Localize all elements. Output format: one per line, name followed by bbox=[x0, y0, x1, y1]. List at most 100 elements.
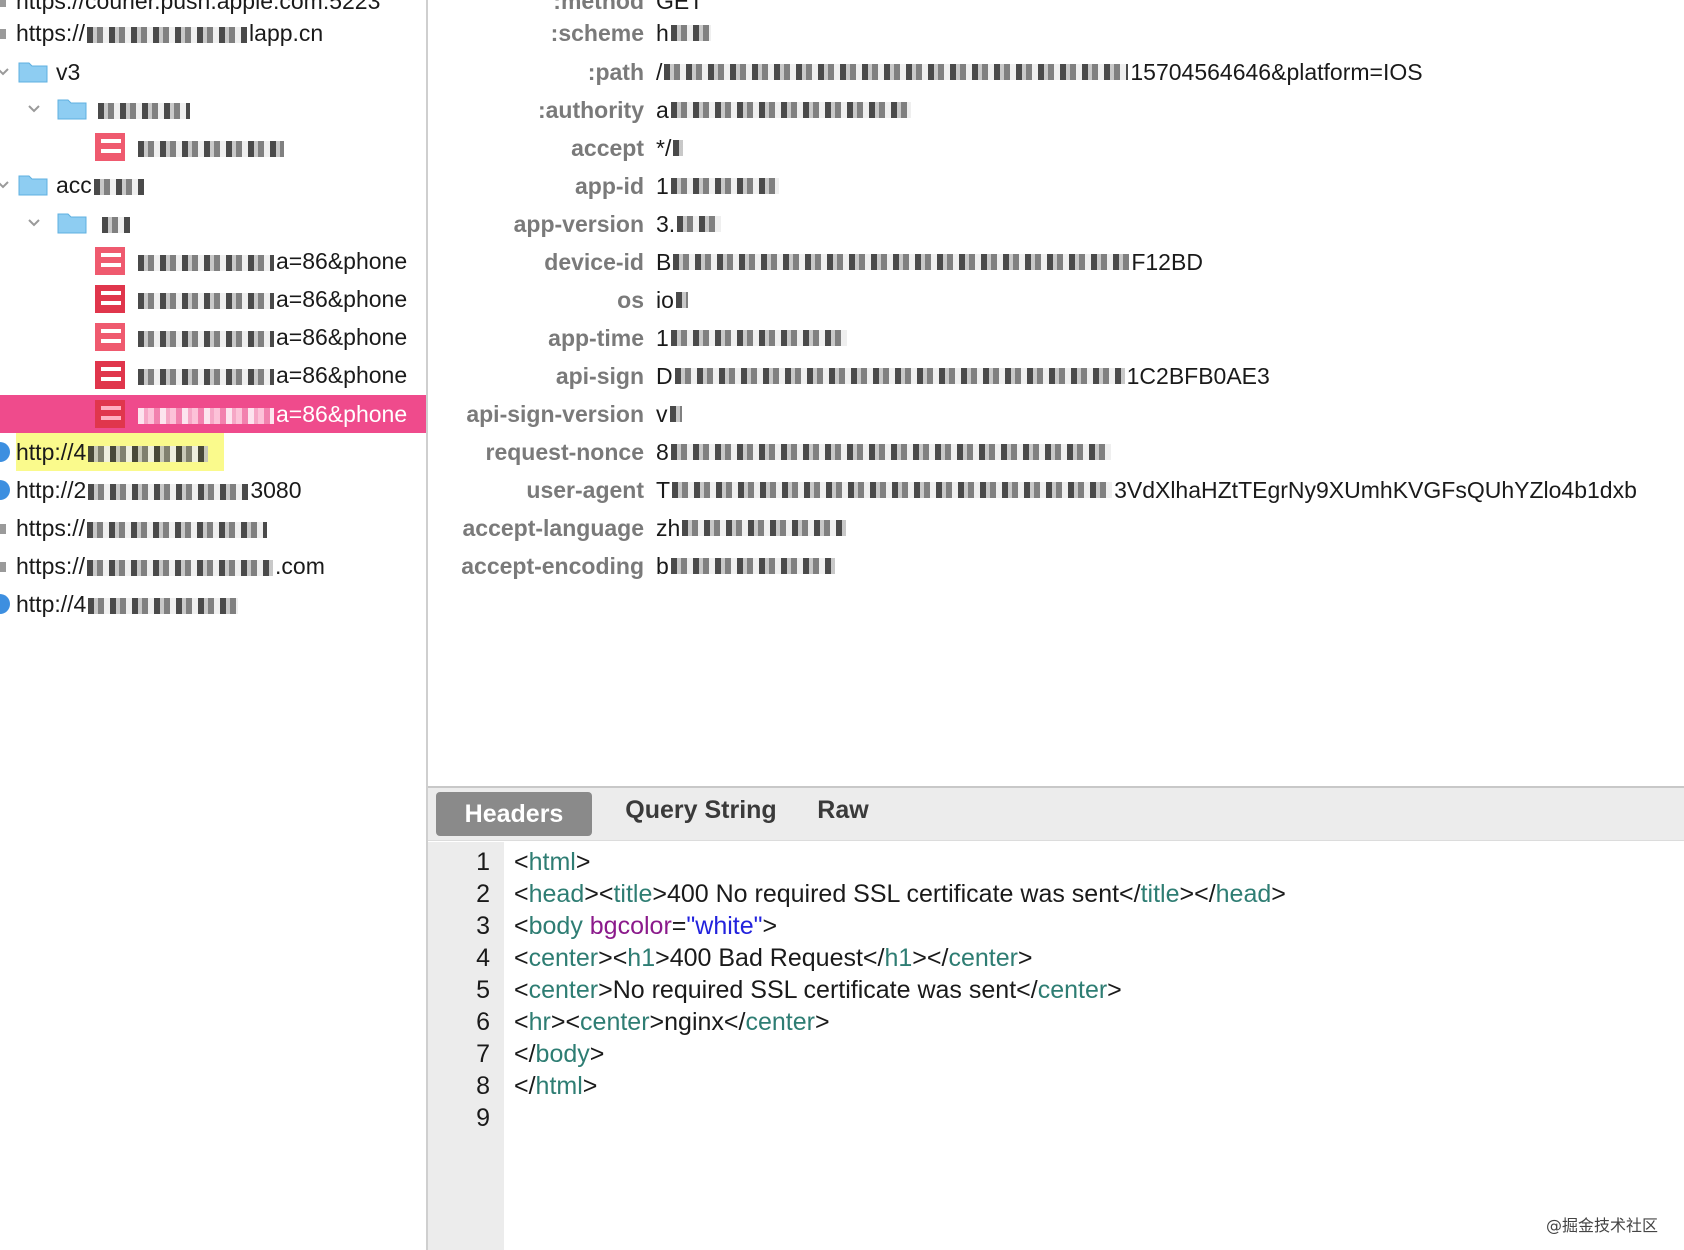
line-number: 8 bbox=[476, 1072, 490, 1100]
header-row: request-nonce 8 bbox=[428, 433, 1684, 471]
header-value-prefix: b bbox=[656, 553, 669, 579]
tab-raw[interactable]: Raw bbox=[808, 788, 878, 832]
tree-row-label-suffix: a=86&phone bbox=[276, 286, 408, 312]
tree-row-request-selected[interactable]: a=86&phone bbox=[0, 395, 426, 433]
lock-icon bbox=[0, 0, 6, 7]
tree-row-host[interactable]: https:// lapp.cn bbox=[0, 14, 426, 52]
header-name: app-id bbox=[575, 173, 644, 199]
tree-row-label-suffix: 3080 bbox=[250, 477, 302, 503]
line-number: 4 bbox=[476, 944, 490, 972]
request-tree[interactable]: https://courier.push.apple.com:5223 http… bbox=[0, 0, 426, 1250]
request-headers-panel: :method GET :scheme h :path /15704564646… bbox=[428, 0, 1684, 786]
tree-row-request[interactable]: a=86&phone bbox=[0, 242, 426, 280]
tab-headers[interactable]: Headers bbox=[436, 792, 592, 836]
tree-row-label-suffix: a=86&phone bbox=[276, 401, 408, 427]
header-row: app-version 3. bbox=[428, 205, 1684, 243]
code-line: <head><title>400 No required SSL certifi… bbox=[514, 880, 1286, 908]
tree-row-folder[interactable]: acc bbox=[0, 166, 426, 204]
redacted-text bbox=[87, 521, 268, 538]
redacted-text bbox=[669, 406, 682, 422]
code-tag: center bbox=[948, 944, 1018, 972]
header-name: accept-language bbox=[462, 515, 645, 541]
header-row: api-sign-version v bbox=[428, 395, 1684, 433]
tree-row-request[interactable] bbox=[0, 128, 426, 166]
header-value-prefix: */ bbox=[656, 135, 672, 161]
request-icon bbox=[95, 361, 125, 389]
chevron-down-icon[interactable] bbox=[27, 102, 41, 116]
chevron-down-icon[interactable] bbox=[0, 178, 10, 192]
tree-row-folder[interactable]: v3 bbox=[0, 53, 426, 91]
folder-icon bbox=[57, 99, 87, 120]
tree-row-host[interactable]: http://4 bbox=[0, 585, 426, 623]
code-tag: h1 bbox=[627, 944, 656, 972]
code-line: <center><h1>400 Bad Request</h1></center… bbox=[514, 944, 1033, 972]
tab-query-string[interactable]: Query String bbox=[618, 788, 784, 832]
header-row: app-time 1 bbox=[428, 319, 1684, 357]
tree-row-label-suffix: a=86&phone bbox=[276, 248, 408, 274]
redacted-text bbox=[670, 25, 711, 41]
header-value-prefix: 3. bbox=[656, 211, 676, 237]
redacted-text bbox=[87, 559, 274, 576]
code-tag: head bbox=[528, 880, 585, 908]
tree-row-label-prefix: https:// bbox=[16, 553, 86, 579]
code-tag: center bbox=[580, 1008, 650, 1036]
tree-row-host[interactable]: http://2 3080 bbox=[0, 471, 426, 509]
tree-row-label-suffix: a=86&phone bbox=[276, 324, 408, 350]
code-tag: center bbox=[1037, 976, 1108, 1004]
redacted-text bbox=[102, 216, 130, 233]
code-tag: body bbox=[528, 912, 583, 940]
proxy-app-window: https://courier.push.apple.com:5223 http… bbox=[0, 0, 1684, 1250]
chevron-down-icon[interactable] bbox=[27, 216, 41, 230]
header-value-prefix: B bbox=[656, 249, 672, 275]
redacted-text bbox=[670, 330, 847, 346]
header-row: user-agent T 3VdXlhaHZtTEgrNy9XUmhKVGFsQU… bbox=[428, 471, 1684, 509]
line-number: 6 bbox=[476, 1008, 490, 1036]
header-name: :path bbox=[587, 59, 644, 85]
redacted-text bbox=[670, 102, 911, 118]
tree-row-label-suffix: a=86&phone bbox=[276, 362, 408, 388]
header-value-prefix: T bbox=[656, 477, 671, 503]
tree-row-folder[interactable] bbox=[0, 90, 426, 128]
line-number: 9 bbox=[476, 1104, 490, 1132]
header-name: user-agent bbox=[526, 477, 644, 503]
tree-row-host[interactable]: https:// bbox=[0, 509, 426, 547]
folder-icon bbox=[18, 175, 48, 196]
redacted-text bbox=[675, 292, 688, 308]
header-value-prefix: 8 bbox=[656, 439, 669, 465]
header-name: device-id bbox=[544, 249, 644, 275]
tree-row-host[interactable]: https:// .com bbox=[0, 547, 426, 585]
tree-row-label-suffix: lapp.cn bbox=[249, 20, 324, 46]
code-tag: center bbox=[528, 976, 599, 1004]
tree-row-request[interactable]: a=86&phone bbox=[0, 280, 426, 318]
header-value-prefix: zh bbox=[656, 515, 681, 541]
header-name: app-version bbox=[513, 211, 644, 237]
header-value-suffix: F12BD bbox=[1131, 249, 1203, 275]
tree-row-host-highlighted[interactable]: http://4 bbox=[0, 433, 426, 471]
chevron-down-icon[interactable] bbox=[0, 65, 10, 79]
watermark: @掘金技术社区 bbox=[1545, 1216, 1658, 1235]
code-tag: center bbox=[528, 944, 599, 972]
globe-icon bbox=[0, 480, 10, 500]
lock-icon bbox=[0, 524, 6, 534]
redacted-text bbox=[88, 597, 239, 614]
header-value-suffix: 1C2BFB0AE3 bbox=[1126, 363, 1270, 389]
response-panel: Headers Query String Raw 1 2 3 4 5 6 7 8… bbox=[428, 786, 1684, 1250]
response-body-viewer[interactable]: 1 2 3 4 5 6 7 8 9 <html> <head><title>40… bbox=[428, 842, 1684, 1250]
redacted-text bbox=[670, 178, 779, 194]
globe-icon bbox=[0, 442, 10, 462]
code-tag: head bbox=[1215, 880, 1272, 908]
tree-row-request[interactable]: a=86&phone bbox=[0, 356, 426, 394]
header-row: accept-language zh bbox=[428, 509, 1684, 547]
redacted-text bbox=[673, 254, 1130, 270]
code-tag: title bbox=[1140, 880, 1180, 908]
header-value-prefix: D bbox=[656, 363, 673, 389]
tree-row-folder[interactable] bbox=[0, 204, 426, 242]
code-tag: title bbox=[613, 880, 653, 908]
tree-row-label-prefix: http://2 bbox=[16, 477, 87, 503]
tree-row-request[interactable]: a=86&phone bbox=[0, 318, 426, 356]
redacted-text bbox=[664, 64, 1129, 80]
header-row: os io bbox=[428, 281, 1684, 319]
redacted-text bbox=[138, 330, 274, 347]
line-number: 5 bbox=[476, 976, 490, 1004]
line-number: 3 bbox=[476, 912, 490, 940]
